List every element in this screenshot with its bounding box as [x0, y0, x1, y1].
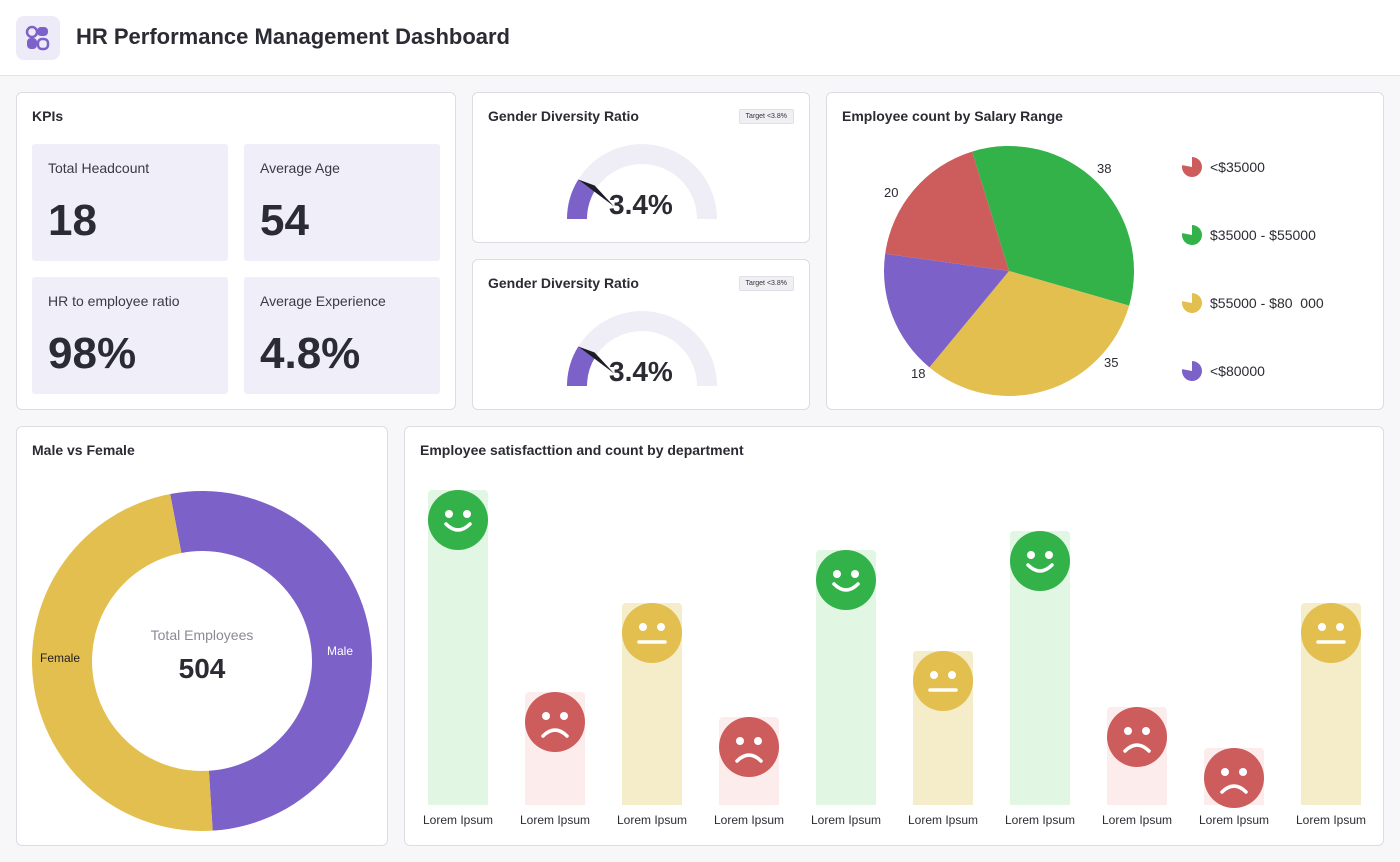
neutral-face-icon: [913, 650, 973, 711]
department-column[interactable]: [622, 603, 682, 805]
male-vs-female-card: Male vs Female Total Employees 504 Femal…: [16, 426, 388, 846]
pie-slice-label: 20: [884, 185, 899, 200]
gauge-value: 3.4%: [609, 356, 673, 387]
kpi-label: HR to employee ratio: [48, 293, 180, 309]
kpi-value: 54: [260, 196, 309, 245]
legend-item-80000[interactable]: <$80000: [1182, 359, 1265, 383]
legend-label: <$80000: [1210, 363, 1265, 379]
gender-diversity-card-1: Gender Diversity Ratio Target <3.8% 3.4%: [472, 92, 810, 243]
department-label: Lorem Ipsum: [1198, 813, 1270, 827]
sad-face-icon: [1204, 748, 1264, 809]
kpi-value: 98%: [48, 329, 137, 378]
department-label: Lorem Ipsum: [1004, 813, 1076, 827]
department-column[interactable]: [1010, 530, 1070, 805]
department-label: Lorem Ipsum: [1295, 813, 1367, 827]
kpi-value: 4.8%: [260, 329, 361, 378]
department-label: Lorem Ipsum: [616, 813, 688, 827]
pie-legend-icon: [1182, 225, 1202, 245]
page-title: HR Performance Management Dashboard: [76, 24, 510, 49]
department-column[interactable]: [719, 716, 779, 805]
gender-title: Male vs Female: [32, 442, 135, 458]
pie-legend-icon: [1182, 157, 1202, 177]
pie-legend-icon: [1182, 293, 1202, 313]
neutral-face-icon: [622, 603, 682, 664]
kpis-title: KPIs: [32, 108, 64, 124]
department-column[interactable]: [428, 490, 488, 805]
sad-face-icon: [525, 691, 585, 752]
department-column[interactable]: [816, 549, 876, 805]
department-label: Lorem Ipsum: [1101, 813, 1173, 827]
gauge-title: Gender Diversity Ratio: [488, 108, 639, 124]
legend-swatch: [1182, 157, 1202, 177]
legend-label: $35000 - $55000: [1210, 227, 1316, 243]
pie-slice-label: 38: [1097, 161, 1112, 176]
donut-label-female: Female: [40, 651, 81, 665]
kpi-hr-ratio[interactable]: HR to employee ratio 98%: [32, 277, 228, 394]
neutral-face-icon: [1301, 603, 1361, 664]
kpis-card: KPIs Total Headcount 18 Average Age 54 H…: [16, 92, 456, 410]
department-label: Lorem Ipsum: [810, 813, 882, 827]
kpi-total-headcount[interactable]: Total Headcount 18: [32, 144, 228, 261]
legend-swatch: [1182, 361, 1202, 381]
top-bar: HR Performance Management Dashboard: [0, 0, 1400, 76]
legend-item-35000-55000[interactable]: $35000 - $55000: [1182, 223, 1316, 247]
legend-item-under-35000[interactable]: <$35000: [1182, 155, 1265, 179]
gender-diversity-card-2: Gender Diversity Ratio Target <3.8% 3.4%: [472, 259, 810, 410]
gauge-value: 3.4%: [609, 189, 673, 220]
department-chart: Lorem Ipsum Lorem Ipsum Lorem Ipsum Lorem I…: [405, 427, 1383, 845]
pie-slice-label: 18: [911, 366, 926, 381]
kpi-value: 18: [48, 196, 97, 245]
department-label: Lorem Ipsum: [713, 813, 785, 827]
pie-slice-label: 35: [1104, 355, 1119, 370]
legend-label: $55000 - $80 000: [1210, 295, 1324, 311]
department-satisfaction-card: Employee satisfacttion and count by depa…: [404, 426, 1384, 846]
department-column[interactable]: [1301, 603, 1361, 805]
salary-title: Employee count by Salary Range: [842, 108, 1063, 124]
target-badge: Target <3.8%: [738, 276, 794, 291]
happy-face-icon: [428, 490, 488, 550]
department-label: Lorem Ipsum: [519, 813, 591, 827]
app-logo-icon[interactable]: [16, 16, 60, 60]
legend-swatch: [1182, 293, 1202, 313]
sad-face-icon: [719, 716, 779, 777]
department-column[interactable]: [525, 691, 585, 805]
department-label: Lorem Ipsum: [422, 813, 494, 827]
donut-center-label: Total Employees: [150, 627, 254, 643]
kpi-label: Average Age: [260, 160, 340, 176]
kpi-label: Average Experience: [260, 293, 386, 309]
target-badge: Target <3.8%: [738, 109, 794, 124]
department-column[interactable]: [1107, 707, 1167, 805]
happy-face-icon: [816, 549, 876, 610]
legend-swatch: [1182, 225, 1202, 245]
department-column[interactable]: [1204, 748, 1264, 809]
kpi-average-age[interactable]: Average Age 54: [244, 144, 440, 261]
donut-label-male: Male: [327, 644, 354, 658]
gauge-title: Gender Diversity Ratio: [488, 275, 639, 291]
legend-item-55000-80000[interactable]: $55000 - $80 000: [1182, 291, 1324, 315]
department-column[interactable]: [913, 650, 973, 805]
happy-face-icon: [1010, 530, 1070, 591]
kpi-label: Total Headcount: [48, 160, 150, 176]
kpi-average-experience[interactable]: Average Experience 4.8%: [244, 277, 440, 394]
department-label: Lorem Ipsum: [907, 813, 979, 827]
pie-legend-icon: [1182, 361, 1202, 381]
salary-range-card: Employee count by Salary Range 20 38 35 …: [826, 92, 1384, 410]
sad-face-icon: [1107, 707, 1167, 768]
salary-pie-chart: [884, 146, 1134, 397]
legend-label: <$35000: [1210, 159, 1265, 175]
